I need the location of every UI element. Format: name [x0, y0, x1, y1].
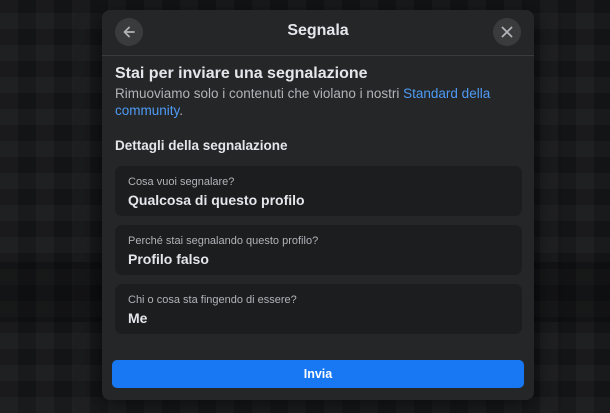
report-description: Rimuoviamo solo i contenuti che violano … — [115, 85, 510, 119]
field-value: Me — [128, 310, 148, 326]
description-end: . — [179, 103, 184, 118]
description-text: Rimuoviamo solo i contenuti che violano … — [115, 86, 404, 101]
close-button[interactable] — [493, 18, 521, 46]
dialog-body: Stai per inviare una segnalazione Rimuov… — [115, 64, 522, 334]
close-icon — [501, 26, 513, 38]
field-label: Perché stai segnalando questo profilo? — [128, 235, 319, 247]
dialog-header: Segnala — [102, 10, 534, 56]
report-field-who[interactable]: Chi o cosa sta fingendo di essere? Me — [115, 284, 522, 334]
report-heading: Stai per inviare una segnalazione — [115, 65, 368, 82]
details-title: Dettagli della segnalazione — [115, 138, 288, 153]
field-value: Qualcosa di questo profilo — [128, 192, 305, 208]
report-dialog: Segnala Stai per inviare una segnalazion… — [102, 10, 534, 400]
field-label: Cosa vuoi segnalare? — [128, 176, 235, 188]
submit-button[interactable]: Invia — [112, 360, 524, 388]
report-field-what[interactable]: Cosa vuoi segnalare? Qualcosa di questo … — [115, 166, 522, 216]
dialog-title: Segnala — [287, 22, 349, 39]
field-value: Profilo falso — [128, 251, 209, 267]
field-label: Chi o cosa sta fingendo di essere? — [128, 294, 297, 306]
report-field-why[interactable]: Perché stai segnalando questo profilo? P… — [115, 225, 522, 275]
